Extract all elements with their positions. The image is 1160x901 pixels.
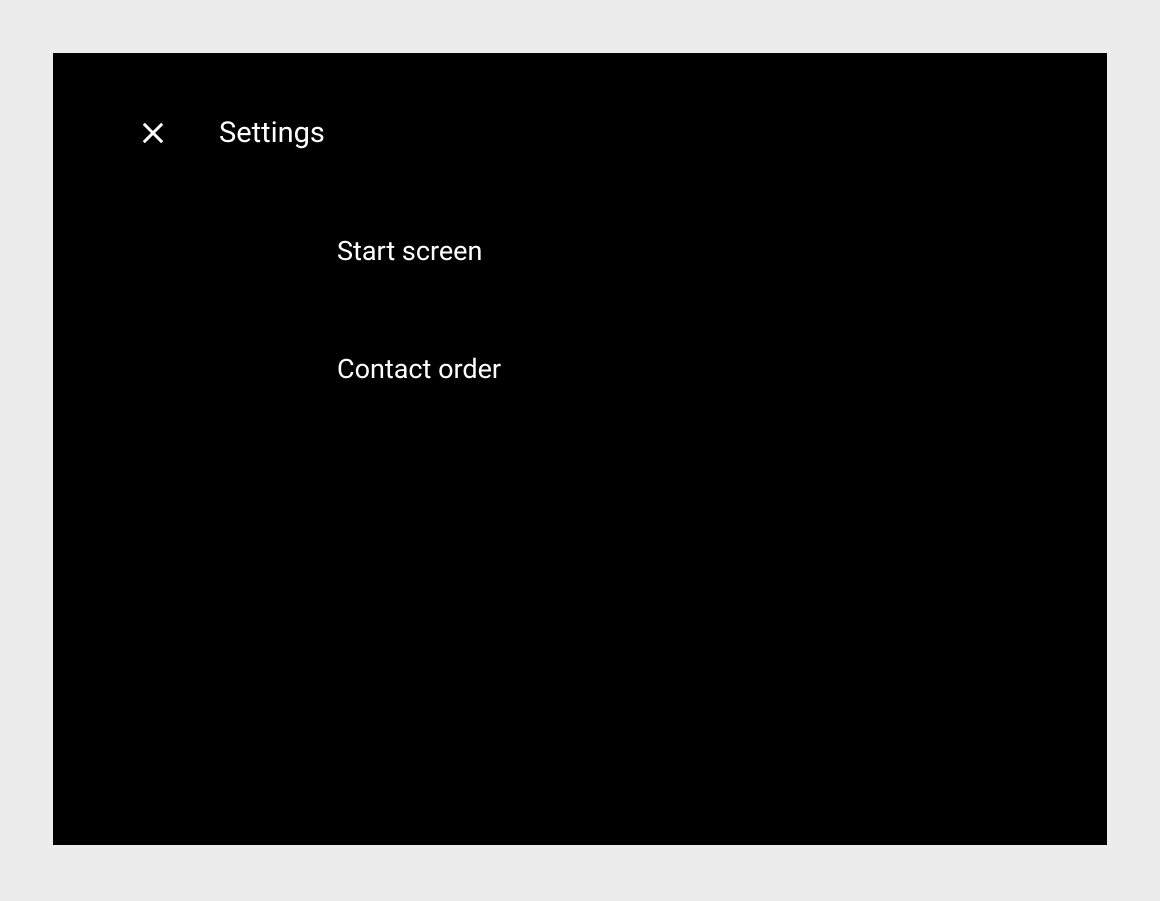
settings-item-label: Start screen: [337, 235, 482, 267]
close-icon: [139, 119, 167, 147]
settings-window: Settings Start screen Contact order: [53, 53, 1107, 845]
settings-item-contact-order[interactable]: Contact order: [337, 337, 1107, 401]
page-title: Settings: [219, 116, 325, 150]
close-button[interactable]: [133, 113, 173, 153]
settings-item-label: Contact order: [337, 353, 501, 385]
settings-item-start-screen[interactable]: Start screen: [337, 219, 1107, 283]
settings-list: Start screen Contact order: [53, 193, 1107, 401]
header: Settings: [53, 53, 1107, 193]
